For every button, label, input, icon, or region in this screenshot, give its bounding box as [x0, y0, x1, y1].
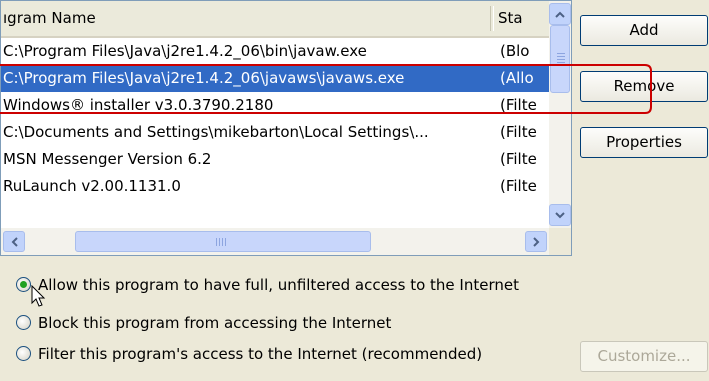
list-item-selected[interactable]: C:\Program Files\Java\j2re1.4.2_06\javaw… [1, 65, 549, 92]
left-arrow-icon [11, 236, 18, 247]
column-header-status[interactable]: Sta [498, 1, 523, 36]
program-status: (Blo [500, 42, 530, 60]
filter-option-label: Filter this program's access to the Inte… [38, 345, 483, 363]
list-item[interactable]: RuLaunch v2.00.1131.0 (Filte [1, 173, 549, 200]
list-item[interactable]: Windows® installer v3.0.3790.2180 (Filte [1, 92, 549, 119]
program-status: (Filte [500, 177, 537, 195]
scroll-down-button[interactable] [549, 204, 571, 226]
down-arrow-icon [555, 211, 565, 218]
program-name: C:\Program Files\Java\j2re1.4.2_06\bin\j… [3, 42, 367, 60]
block-radio[interactable] [16, 315, 31, 330]
remove-button[interactable]: Remove [580, 71, 708, 102]
horizontal-scrollbar[interactable] [1, 228, 549, 255]
program-name: Windows® installer v3.0.3790.2180 [3, 96, 274, 114]
allow-option-label: Allow this program to have full, unfilte… [38, 276, 519, 294]
list-header: ıgram Name Sta [1, 1, 549, 38]
program-status: (Allo [500, 69, 534, 87]
vertical-scroll-thumb[interactable] [550, 25, 570, 93]
right-arrow-icon [532, 236, 539, 247]
program-name: C:\Documents and Settings\mikebarton\Loc… [3, 123, 429, 141]
scroll-right-button[interactable] [525, 231, 547, 252]
list-item[interactable]: MSN Messenger Version 6.2 (Filte [1, 146, 549, 173]
vertical-scrollbar[interactable] [549, 1, 571, 228]
program-list[interactable]: ıgram Name Sta C:\Program Files\Java\j2r… [0, 0, 572, 256]
horizontal-scroll-thumb[interactable] [75, 231, 371, 252]
program-status: (Filte [500, 123, 537, 141]
add-button[interactable]: Add [580, 15, 708, 46]
program-status: (Filte [500, 150, 537, 168]
column-header-program-name[interactable]: ıgram Name [3, 1, 489, 36]
program-name: RuLaunch v2.00.1131.0 [3, 177, 181, 195]
program-status: (Filte [500, 96, 537, 114]
up-arrow-icon [555, 11, 565, 18]
customize-button[interactable]: Customize... [580, 341, 708, 372]
scrollbar-corner [549, 228, 571, 255]
block-option-label: Block this program from accessing the In… [38, 314, 392, 332]
program-name: MSN Messenger Version 6.2 [3, 150, 212, 168]
program-name: C:\Program Files\Java\j2re1.4.2_06\javaw… [3, 69, 405, 87]
list-item[interactable]: C:\Program Files\Java\j2re1.4.2_06\bin\j… [1, 38, 549, 65]
allow-radio[interactable] [16, 277, 31, 292]
list-item[interactable]: C:\Documents and Settings\mikebarton\Loc… [1, 119, 549, 146]
filter-radio[interactable] [16, 346, 31, 361]
properties-button[interactable]: Properties [580, 127, 708, 158]
scroll-up-button[interactable] [549, 3, 571, 25]
scroll-left-button[interactable] [3, 231, 25, 252]
column-divider[interactable] [490, 6, 494, 31]
